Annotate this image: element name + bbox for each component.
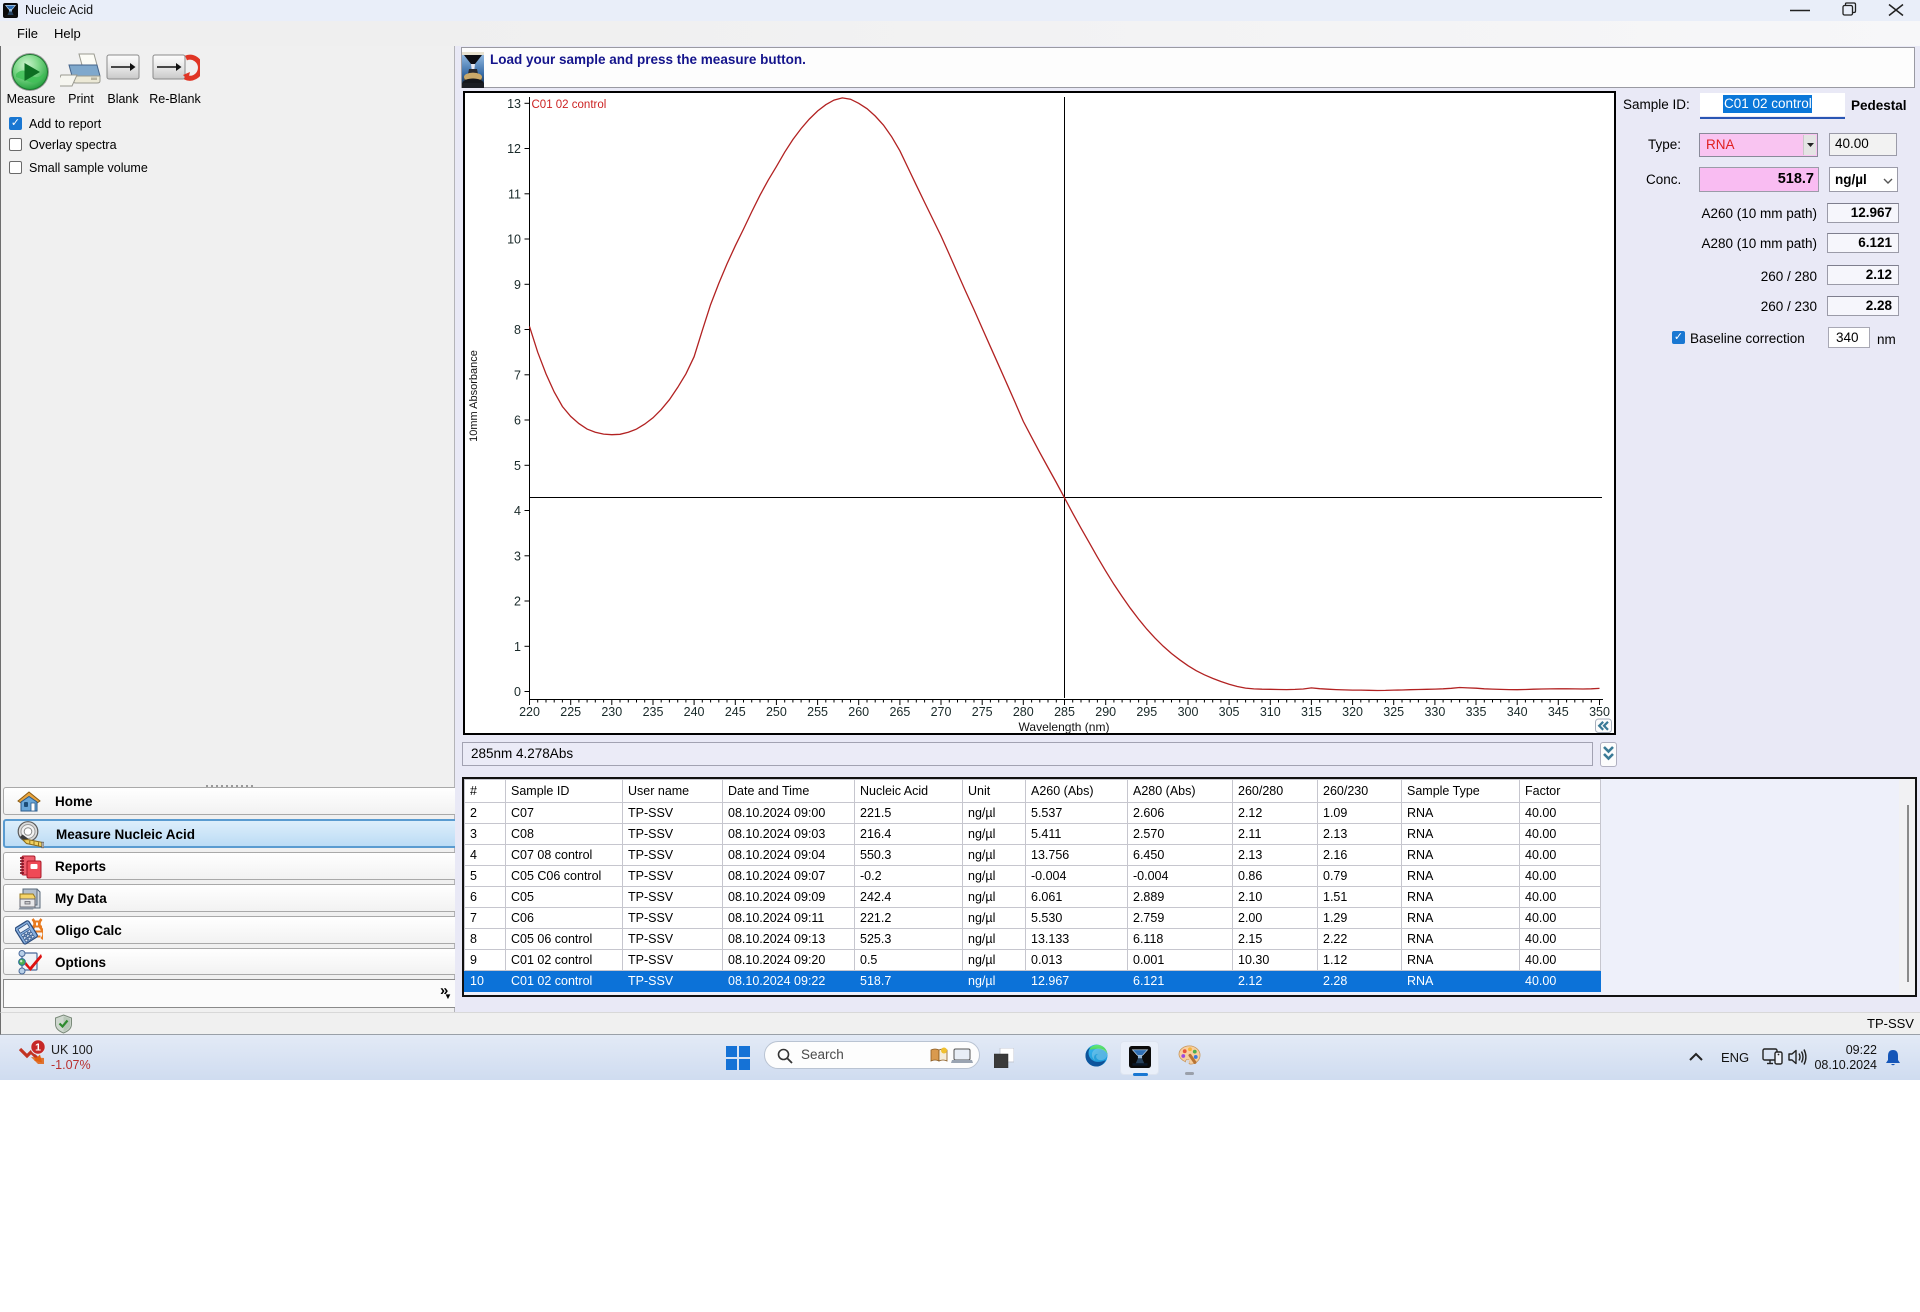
svg-text:265: 265 xyxy=(889,705,910,719)
svg-text:8: 8 xyxy=(514,323,521,337)
svg-text:255: 255 xyxy=(807,705,828,719)
svg-text:330: 330 xyxy=(1424,705,1445,719)
svg-text:340: 340 xyxy=(1507,705,1528,719)
svg-text:11: 11 xyxy=(508,187,521,201)
svg-text:305: 305 xyxy=(1219,705,1240,719)
svg-text:345: 345 xyxy=(1548,705,1569,719)
svg-text:315: 315 xyxy=(1301,705,1322,719)
svg-text:240: 240 xyxy=(684,705,705,719)
svg-text:295: 295 xyxy=(1136,705,1157,719)
svg-text:5: 5 xyxy=(514,459,521,473)
svg-text:6: 6 xyxy=(514,414,521,428)
svg-text:2: 2 xyxy=(514,595,521,609)
svg-text:Wavelength (nm): Wavelength (nm) xyxy=(1019,720,1110,734)
svg-text:220: 220 xyxy=(519,705,540,719)
svg-text:9: 9 xyxy=(514,278,521,292)
svg-text:235: 235 xyxy=(643,705,664,719)
svg-text:1: 1 xyxy=(514,640,521,654)
svg-text:310: 310 xyxy=(1260,705,1281,719)
svg-text:300: 300 xyxy=(1178,705,1199,719)
svg-text:C01 02 control: C01 02 control xyxy=(532,99,607,111)
svg-text:350: 350 xyxy=(1589,705,1610,719)
svg-text:320: 320 xyxy=(1342,705,1363,719)
svg-text:285: 285 xyxy=(1054,705,1075,719)
svg-text:4: 4 xyxy=(514,504,521,518)
svg-text:290: 290 xyxy=(1095,705,1116,719)
svg-text:325: 325 xyxy=(1383,705,1404,719)
svg-text:245: 245 xyxy=(725,705,746,719)
svg-text:275: 275 xyxy=(972,705,993,719)
svg-text:270: 270 xyxy=(931,705,952,719)
svg-text:230: 230 xyxy=(601,705,622,719)
svg-text:10: 10 xyxy=(507,233,521,247)
svg-text:260: 260 xyxy=(848,705,869,719)
svg-text:335: 335 xyxy=(1466,705,1487,719)
svg-text:0: 0 xyxy=(514,685,521,699)
svg-text:7: 7 xyxy=(514,368,521,382)
svg-text:1: 1 xyxy=(35,1042,41,1054)
svg-text:280: 280 xyxy=(1013,705,1034,719)
svg-text:10mm Absorbance: 10mm Absorbance xyxy=(468,350,480,442)
svg-text:12: 12 xyxy=(507,142,521,156)
svg-text:3: 3 xyxy=(514,549,521,563)
svg-text:13: 13 xyxy=(507,97,521,111)
svg-text:250: 250 xyxy=(766,705,787,719)
svg-text:225: 225 xyxy=(560,705,581,719)
